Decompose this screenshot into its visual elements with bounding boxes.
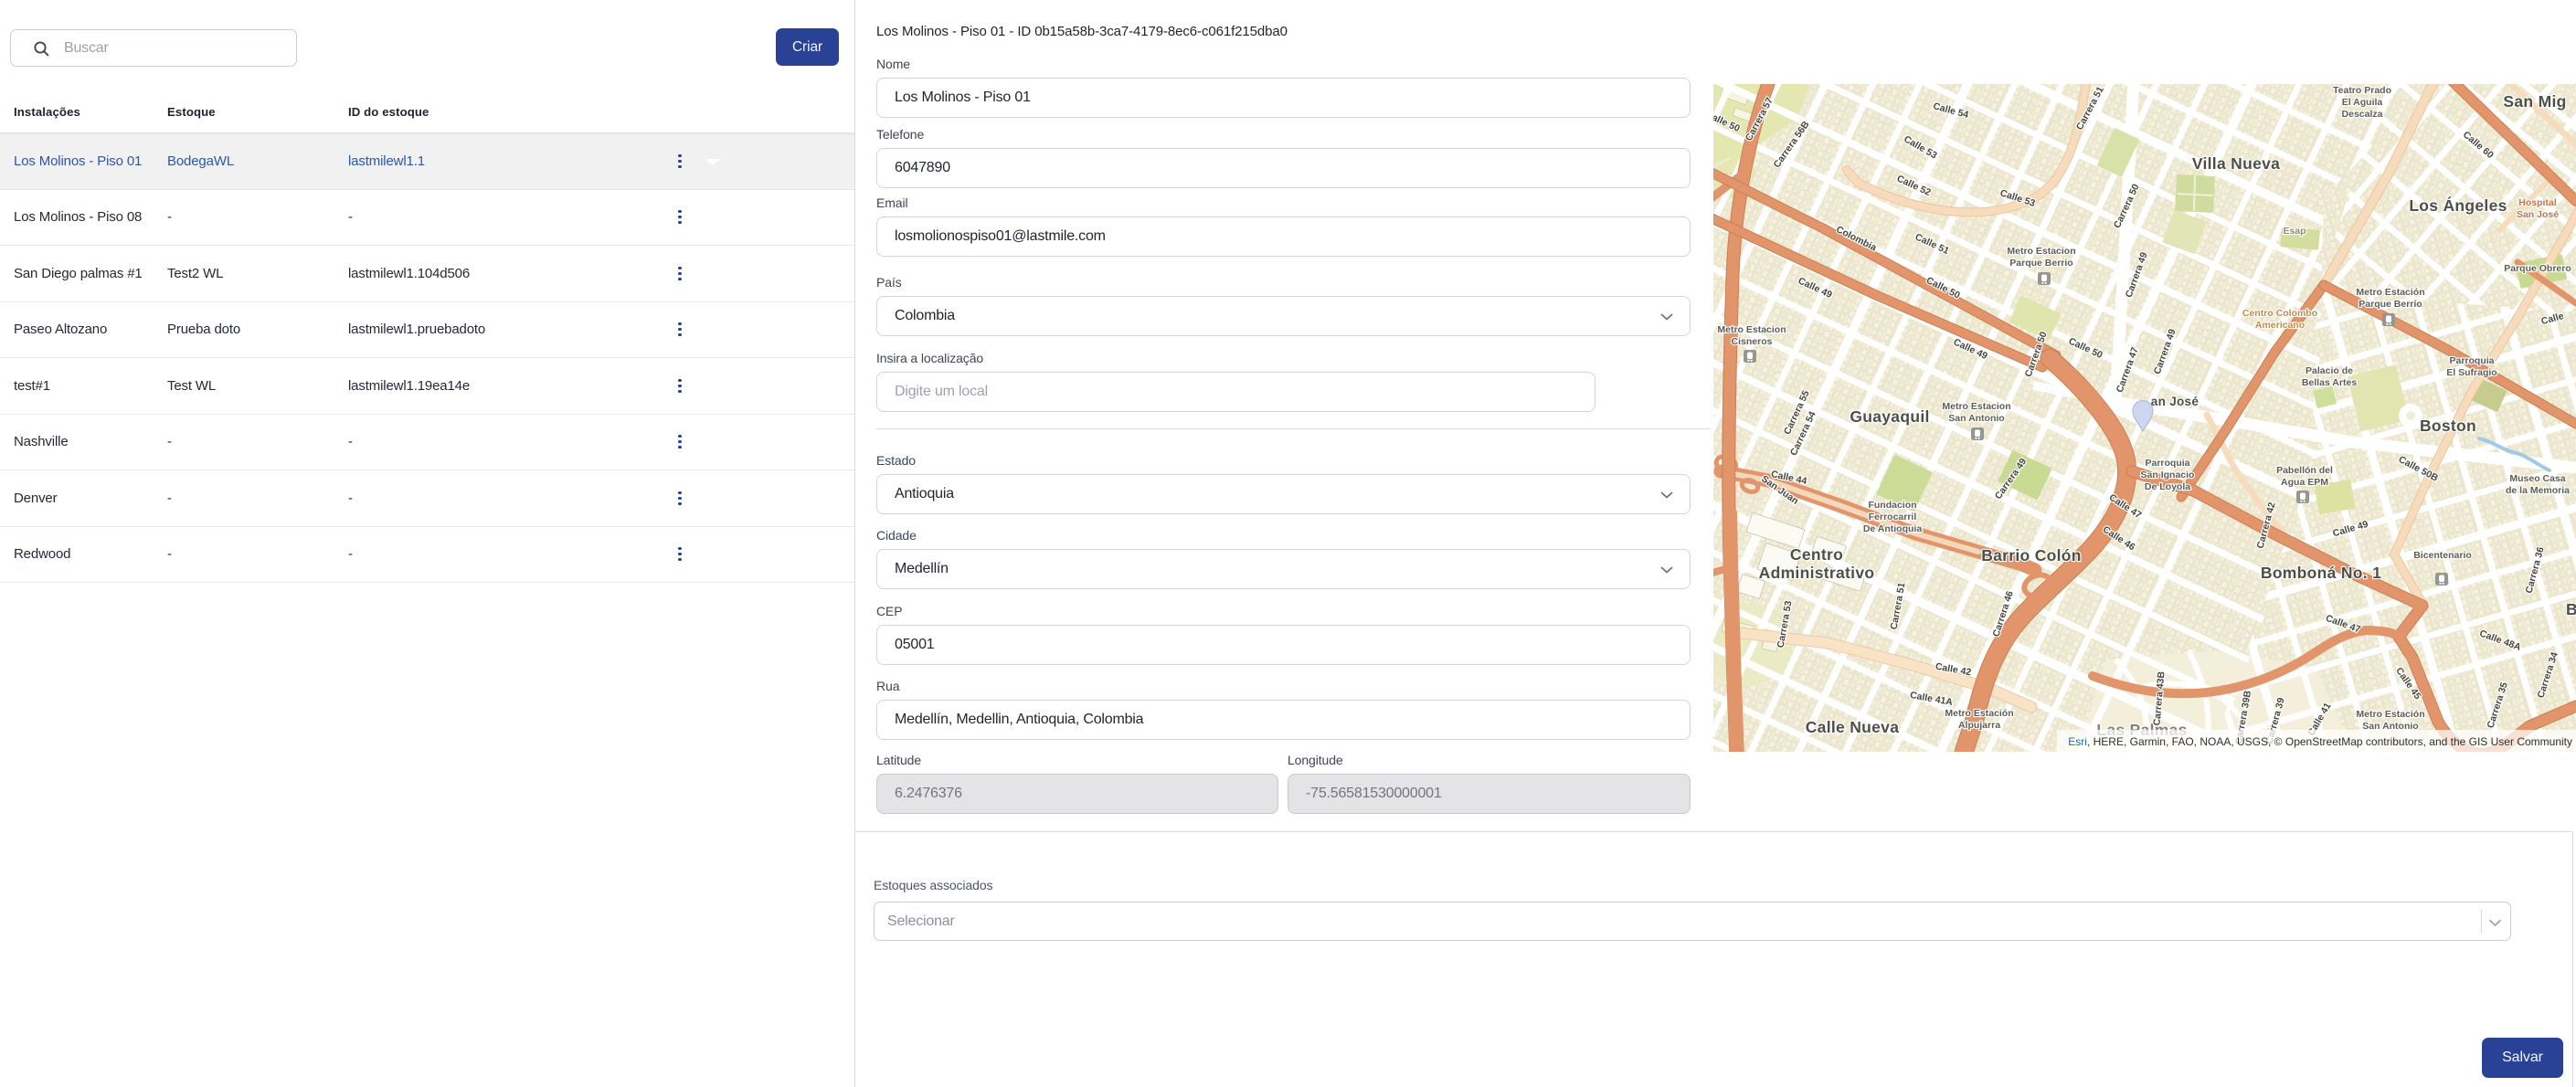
svg-text:Bellas Artes: Bellas Artes bbox=[2302, 377, 2357, 388]
svg-text:Metro Estación: Metro Estación bbox=[2356, 287, 2424, 298]
svg-text:Museo Casa: Museo Casa bbox=[2509, 473, 2565, 484]
svg-text:Americano: Americano bbox=[2255, 320, 2305, 331]
svg-text:Pabellón del: Pabellón del bbox=[2276, 465, 2333, 476]
svg-text:Parque Berrío: Parque Berrío bbox=[2359, 299, 2422, 310]
svg-text:Bar: Bar bbox=[2566, 600, 2576, 618]
svg-text:Palacio de: Palacio de bbox=[2306, 365, 2353, 376]
svg-text:Guayaquil: Guayaquil bbox=[1850, 407, 1929, 426]
svg-text:Descalza: Descalza bbox=[2342, 109, 2383, 120]
svg-text:Alpujarra: Alpujarra bbox=[1958, 720, 2000, 731]
svg-text:Teatro Prado: Teatro Prado bbox=[2333, 85, 2391, 96]
svg-text:Parque Berrio: Parque Berrio bbox=[2009, 258, 2072, 269]
svg-text:De Antioquia: De Antioquia bbox=[1863, 523, 1923, 534]
svg-text:Ferrocarril: Ferrocarril bbox=[1869, 512, 1917, 522]
svg-text:de la Memoria: de la Memoria bbox=[2506, 485, 2570, 496]
svg-text:Fundacion: Fundacion bbox=[1868, 500, 1916, 511]
svg-text:Administrativo: Administrativo bbox=[1759, 564, 1875, 582]
svg-text:Esap: Esap bbox=[2283, 226, 2306, 237]
svg-text:Metro Estacion: Metro Estacion bbox=[1942, 401, 2010, 412]
svg-text:Hospital: Hospital bbox=[2518, 197, 2557, 208]
svg-text:Agua EPM: Agua EPM bbox=[2281, 477, 2328, 488]
svg-text:San Ignacio: San Ignacio bbox=[2141, 470, 2195, 480]
svg-text:San Antonio: San Antonio bbox=[1948, 413, 2004, 424]
svg-text:Metro Estacion: Metro Estacion bbox=[2007, 246, 2075, 257]
svg-text:Cisneros: Cisneros bbox=[1732, 336, 1773, 347]
svg-text:Centro: Centro bbox=[1790, 545, 1843, 564]
svg-text:Parroquia: Parroquia bbox=[2145, 458, 2189, 469]
svg-text:El Aguila: El Aguila bbox=[2342, 97, 2383, 108]
svg-text:Metro Estación: Metro Estación bbox=[2356, 709, 2424, 720]
svg-text:De Loyola: De Loyola bbox=[2145, 481, 2190, 492]
svg-text:Esri, HERE, Garmin, FAO, NOAA,: Esri, HERE, Garmin, FAO, NOAA, USGS, © O… bbox=[2068, 735, 2572, 748]
svg-text:Barrio Colón: Barrio Colón bbox=[1981, 546, 2082, 565]
svg-text:Bicentenario: Bicentenario bbox=[2413, 550, 2472, 561]
svg-text:Parroquia: Parroquia bbox=[2449, 355, 2494, 366]
svg-text:Metro Estacion: Metro Estacion bbox=[1717, 324, 1786, 335]
svg-text:Metro Estación: Metro Estación bbox=[1945, 708, 2013, 719]
svg-text:Calle Nueva: Calle Nueva bbox=[1806, 718, 1900, 736]
svg-text:San José: San José bbox=[2517, 209, 2559, 220]
svg-text:Centro Colombo: Centro Colombo bbox=[2242, 308, 2317, 319]
svg-text:Los Ángeles: Los Ángeles bbox=[2409, 195, 2507, 215]
svg-text:El Sufragio: El Sufragio bbox=[2446, 367, 2496, 378]
svg-text:Villa Nueva: Villa Nueva bbox=[2192, 154, 2280, 173]
svg-text:Boston: Boston bbox=[2420, 417, 2476, 435]
svg-text:an José: an José bbox=[2151, 395, 2200, 408]
svg-text:Parque Obrero: Parque Obrero bbox=[2504, 263, 2571, 274]
svg-text:Bomboná No. 1: Bomboná No. 1 bbox=[2261, 564, 2381, 582]
svg-text:San Mig: San Mig bbox=[2503, 92, 2566, 111]
